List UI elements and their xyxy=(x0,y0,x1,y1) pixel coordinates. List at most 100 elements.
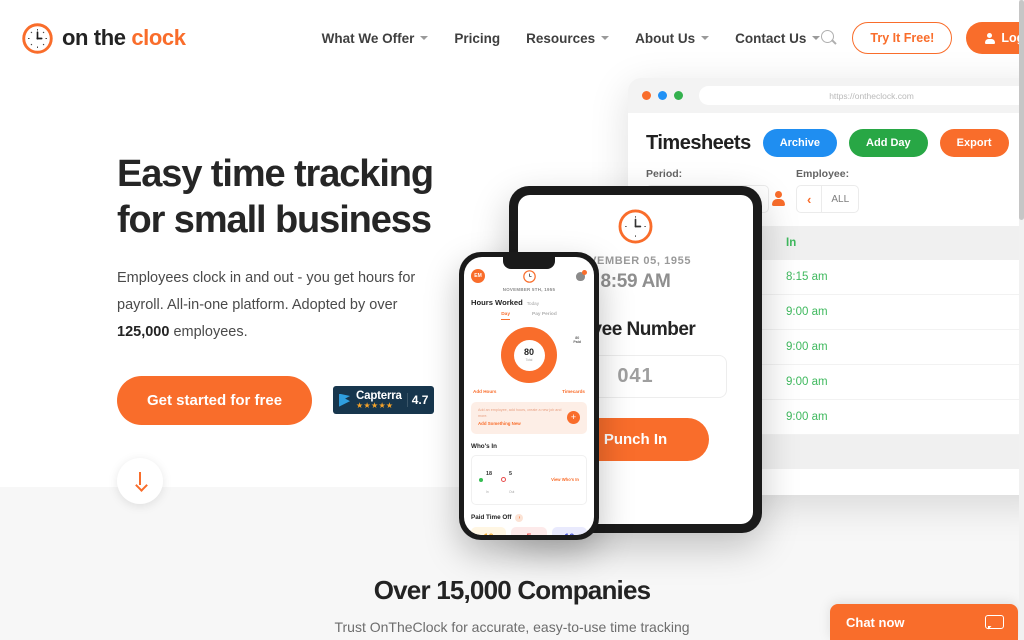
whos-out-stat: 5 Out xyxy=(501,462,514,498)
donut-legend-label: Paid xyxy=(573,340,581,345)
pto-cards: 10 Pending 5 Off Today 10 Off This Week xyxy=(471,526,587,535)
status-dot-in-icon xyxy=(479,477,483,482)
whos-in-heading: Who's In xyxy=(471,443,587,450)
pto-heading: Paid Time Off › xyxy=(471,513,587,522)
pto-value: 5 xyxy=(511,532,546,535)
nav-label: Contact Us xyxy=(735,30,807,46)
clock-icon xyxy=(523,269,536,283)
capterra-text: Capterra ★★★★★ xyxy=(356,390,402,410)
timesheets-header: Timesheets Archive Add Day Export xyxy=(628,113,1024,157)
timecards-link[interactable]: Timecards xyxy=(562,389,585,394)
hero-content: Easy time tracking for small business Em… xyxy=(117,152,457,425)
view-whos-in-link[interactable]: View Who's In xyxy=(551,477,579,482)
try-it-free-button[interactable]: Try It Free! xyxy=(852,22,953,54)
hours-donut-chart: 80 Total 80 Paid xyxy=(471,327,587,383)
archive-button[interactable]: Archive xyxy=(762,129,838,157)
address-bar[interactable]: https://ontheclock.com xyxy=(699,86,1024,105)
nav-label: About Us xyxy=(635,30,696,46)
employee-label: Employee: xyxy=(796,168,850,180)
page-root: on the clock What We Offer Pricing Resou… xyxy=(0,0,1024,640)
nav-label: What We Offer xyxy=(321,30,415,46)
chat-now-widget[interactable]: Chat now xyxy=(830,604,1018,640)
clock-icon xyxy=(22,22,53,54)
user-icon xyxy=(984,32,995,44)
capterra-rating-badge[interactable]: Capterra ★★★★★ 4.7 xyxy=(333,386,435,415)
hero-paragraph-b: employees. xyxy=(169,323,248,340)
hero-heading-line1: Easy time tracking xyxy=(117,153,434,195)
top-navigation-bar: on the clock What We Offer Pricing Resou… xyxy=(0,0,1024,76)
nav-item-resources[interactable]: Resources xyxy=(526,31,610,46)
add-hours-link[interactable]: Add Hours xyxy=(473,389,496,394)
pto-card-off-this-week[interactable]: 10 Off This Week xyxy=(551,526,587,535)
plus-icon[interactable]: + xyxy=(567,411,580,425)
page-title: Easy time tracking for small business xyxy=(117,152,457,243)
promo-description: Add an employee, add hours, create a new… xyxy=(478,408,562,418)
brand-text-accent: clock xyxy=(131,25,186,50)
cell-in: 9:00 am xyxy=(786,364,1024,400)
chevron-down-icon xyxy=(812,36,821,40)
hours-worked-heading: Hours Worked Today xyxy=(471,298,587,307)
bell-icon[interactable] xyxy=(574,269,587,283)
nav-label: Pricing xyxy=(454,30,501,46)
whos-out-values: 5 Out xyxy=(509,462,514,498)
status-dot-out-icon xyxy=(501,477,506,483)
cell-in: 9:00 am xyxy=(786,399,1024,435)
hero-heading-line2: for small business xyxy=(117,198,432,241)
add-something-new-card[interactable]: Add an employee, add hours, create a new… xyxy=(471,402,587,434)
add-day-button[interactable]: Add Day xyxy=(849,129,928,157)
chevron-down-icon xyxy=(701,36,710,40)
whos-in-stat: 18 In xyxy=(479,462,492,498)
pto-card-off-today[interactable]: 5 Off Today xyxy=(511,526,547,535)
promo-cta: Add Something New xyxy=(478,421,521,427)
clock-icon xyxy=(618,209,653,244)
whos-out-count: 5 xyxy=(509,470,512,477)
promo-text: Add an employee, add hours, create a new… xyxy=(478,408,562,428)
chevron-right-icon[interactable]: › xyxy=(515,513,524,522)
hours-tabs: Day Pay Period xyxy=(471,312,587,320)
period-label: Period: xyxy=(646,168,683,180)
capterra-score: 4.7 xyxy=(406,393,428,408)
brand-logo[interactable]: on the clock xyxy=(22,22,186,54)
hero-paragraph: Employees clock in and out - you get hou… xyxy=(117,265,417,345)
tab-pay-period[interactable]: Pay Period xyxy=(532,312,557,320)
tab-day[interactable]: Day xyxy=(501,312,510,320)
whos-in-values: 18 In xyxy=(486,462,492,498)
employee-value: ALL xyxy=(831,193,850,205)
nav-item-what-we-offer[interactable]: What We Offer xyxy=(322,31,429,46)
avatar[interactable]: EM xyxy=(471,269,485,283)
get-started-button[interactable]: Get started for free xyxy=(117,375,313,425)
brand-text-dark: on the xyxy=(62,25,126,50)
nav-item-about-us[interactable]: About Us xyxy=(635,30,710,46)
nav-item-contact-us[interactable]: Contact Us xyxy=(735,30,821,46)
pto-card-pending[interactable]: 10 Pending xyxy=(471,526,507,535)
cell-total-in xyxy=(786,434,1024,469)
nav-links: What We Offer Pricing Resources About Us… xyxy=(322,31,821,46)
search-icon[interactable] xyxy=(820,29,838,47)
pto-value: 10 xyxy=(552,532,587,535)
companies-heading: Over 15,000 Companies xyxy=(373,575,651,605)
donut-sublabel: Total xyxy=(525,358,533,362)
nav-actions: Try It Free! Login xyxy=(820,22,1024,54)
whos-in-count: 18 xyxy=(486,470,492,477)
page-scrollbar-thumb[interactable] xyxy=(1019,0,1024,220)
employee-control[interactable]: ‹ ALL xyxy=(796,185,860,213)
phone-app-header: EM xyxy=(471,269,587,283)
arrow-down-icon xyxy=(135,472,146,490)
phone-mockup: EM NOVEMBER 5TH, 1955 Hours Worked Today xyxy=(459,252,599,540)
hero-cta-row: Get started for free Capterra ★★★★★ 4.7 xyxy=(117,375,457,425)
hours-worked-label: Hours Worked xyxy=(471,298,523,307)
chevron-down-icon xyxy=(420,36,429,40)
employee-prev-button[interactable]: ‹ xyxy=(797,186,823,212)
login-button[interactable]: Login xyxy=(966,22,1024,54)
scroll-down-button[interactable] xyxy=(117,458,163,504)
nav-item-pricing[interactable]: Pricing xyxy=(454,31,500,46)
donut-value: 80 xyxy=(523,347,534,357)
window-close-dot-icon xyxy=(642,91,651,100)
whos-in-card[interactable]: 18 In 5 Out View Who's In xyxy=(471,454,587,505)
window-maximize-dot-icon xyxy=(674,91,683,100)
chat-bubble-icon xyxy=(985,614,1004,630)
export-button[interactable]: Export xyxy=(939,129,1009,157)
donut-center: 80 Total xyxy=(513,339,545,371)
timesheets-title: Timesheets xyxy=(646,131,751,154)
donut-ring: 80 Total xyxy=(501,327,557,383)
